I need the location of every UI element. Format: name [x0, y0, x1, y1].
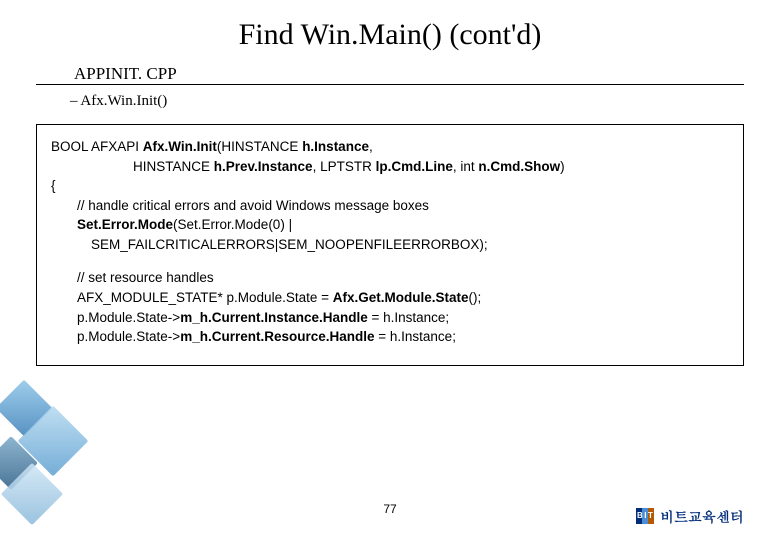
code-text: )	[560, 159, 565, 174]
code-line: p.Module.State->m_h.Current.Resource.Han…	[51, 327, 729, 347]
code-text: , LPTSTR	[313, 159, 376, 174]
code-line: HINSTANCE h.Prev.Instance, LPTSTR lp.Cmd…	[51, 157, 729, 177]
code-block: BOOL AFXAPI Afx.Win.Init(HINSTANCE h.Ins…	[36, 124, 744, 366]
brand-logo-icon: BIT	[636, 508, 656, 524]
code-bold: Set.Error.Mode	[77, 217, 173, 232]
brand: BIT 비트교육센터	[636, 506, 744, 526]
code-text: (Set.Error.Mode(0) |	[173, 217, 292, 232]
code-line: AFX_MODULE_STATE* p.Module.State = Afx.G…	[51, 288, 729, 308]
brand-text: 비트교육센터	[660, 506, 744, 526]
decorative-squares	[0, 360, 110, 520]
brand-logo-letters: BIT	[637, 511, 654, 520]
code-line: SEM_FAILCRITICALERRORS|SEM_NOOPENFILEERR…	[51, 235, 729, 255]
code-comment: // handle critical errors and avoid Wind…	[51, 196, 729, 216]
code-bold: n.Cmd.Show	[478, 159, 560, 174]
code-text: ();	[469, 290, 482, 305]
slide-title: Find Win.Main() (cont'd)	[0, 0, 780, 64]
code-line: {	[51, 176, 729, 196]
code-text: = h.Instance;	[375, 329, 456, 344]
code-text: , int	[453, 159, 479, 174]
file-heading: APPINIT. CPP	[36, 64, 744, 85]
code-text: ,	[369, 139, 373, 154]
code-text: p.Module.State->	[77, 329, 180, 344]
code-text: HINSTANCE	[133, 159, 214, 174]
code-bold: m_h.Current.Resource.Handle	[180, 329, 374, 344]
blank-line	[51, 254, 729, 268]
code-line: BOOL AFXAPI Afx.Win.Init(HINSTANCE h.Ins…	[51, 137, 729, 157]
code-line: Set.Error.Mode(Set.Error.Mode(0) |	[51, 215, 729, 235]
code-text: p.Module.State->	[77, 310, 180, 325]
code-text: AFX_MODULE_STATE* p.Module.State =	[77, 290, 333, 305]
function-subitem: – Afx.Win.Init()	[0, 93, 780, 110]
slide: Find Win.Main() (cont'd) APPINIT. CPP – …	[0, 0, 780, 540]
code-bold: m_h.Current.Instance.Handle	[180, 310, 368, 325]
code-bold: h.Prev.Instance	[214, 159, 313, 174]
deco-square-icon	[0, 380, 52, 437]
page-number: 77	[383, 502, 396, 516]
footer: 77 BIT 비트교육센터	[0, 502, 780, 526]
code-comment: // set resource handles	[51, 268, 729, 288]
deco-square-icon	[18, 406, 89, 477]
code-text: = h.Instance;	[368, 310, 449, 325]
code-bold: Afx.Get.Module.State	[333, 290, 469, 305]
code-bold: Afx.Win.Init	[143, 139, 217, 154]
code-bold: h.Instance	[302, 139, 369, 154]
code-text: (HINSTANCE	[217, 139, 302, 154]
code-bold: lp.Cmd.Line	[376, 159, 453, 174]
deco-square-icon	[0, 436, 38, 490]
code-text: BOOL AFXAPI	[51, 139, 143, 154]
code-line: p.Module.State->m_h.Current.Instance.Han…	[51, 308, 729, 328]
